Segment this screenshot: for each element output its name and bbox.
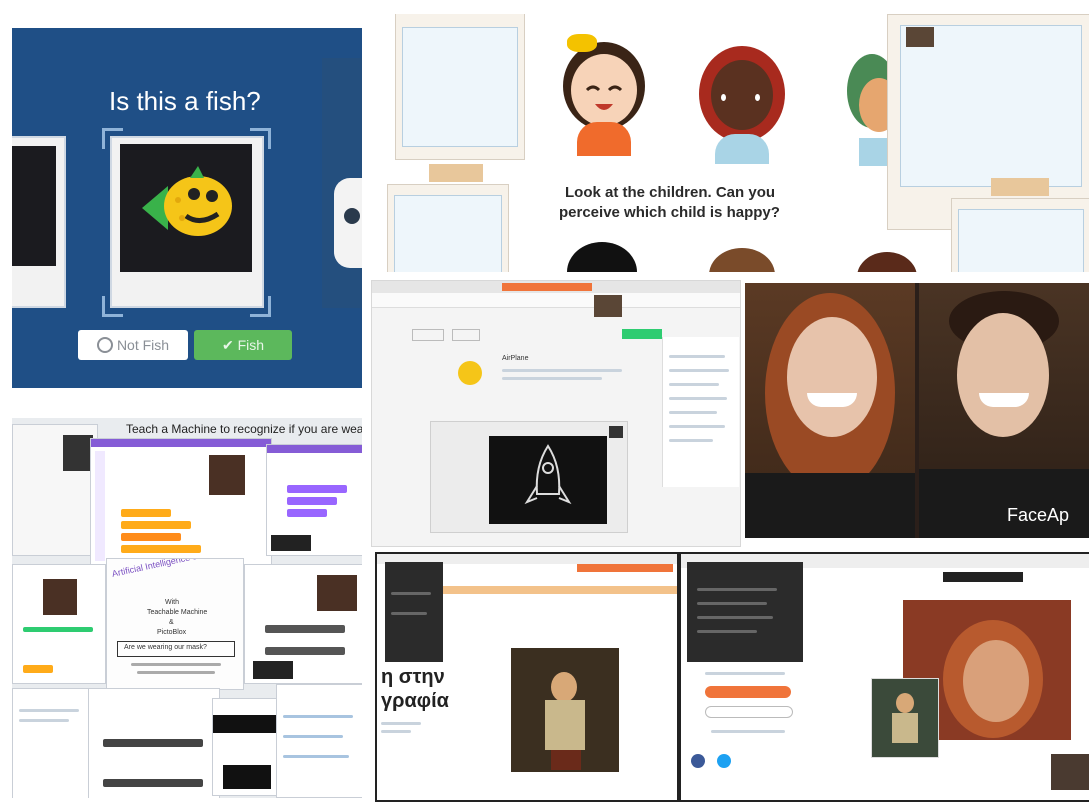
recording-bar <box>502 283 592 291</box>
painting-thumbnail <box>871 678 939 758</box>
toolbar-button[interactable] <box>452 329 480 341</box>
image-card <box>110 136 264 308</box>
fish-game-tile: Is this a fish? Not Fish ✔ Fish <box>12 28 362 388</box>
twitter-icon[interactable] <box>717 754 731 768</box>
robot-head <box>334 178 362 268</box>
scratch-editor <box>90 438 272 566</box>
webcam-thumb <box>594 295 622 317</box>
check-icon: ✔ <box>221 337 238 353</box>
not-fish-label: Not Fish <box>116 337 170 353</box>
toolbar-button[interactable] <box>412 329 444 341</box>
ai-slide-title: Artificial Intelligence & Machine Learni… <box>111 559 243 579</box>
share-button[interactable] <box>622 329 662 339</box>
greek-slide-tile: η στην γραφία <box>375 552 679 802</box>
painting <box>511 648 619 772</box>
sprite-icon <box>458 361 482 385</box>
participants-popup <box>687 562 803 662</box>
collage-banner: Teach a Machine to recognize if you are … <box>126 422 362 436</box>
screen-share-tile: AirPlane <box>371 280 741 547</box>
photo-edited <box>919 283 1089 538</box>
project-title: AirPlane <box>502 355 529 362</box>
rocket-icon <box>524 444 572 505</box>
action-button[interactable] <box>705 686 791 698</box>
greek-title-1: η στην <box>381 666 445 688</box>
smile-icon <box>585 85 623 110</box>
fish-button[interactable]: ✔ Fish <box>194 330 292 360</box>
not-fish-button[interactable]: Not Fish <box>78 330 188 360</box>
hair-bow <box>567 34 597 52</box>
photo-original <box>745 283 915 538</box>
prompt-line-2: perceive which child is happy? <box>559 204 780 221</box>
facebook-icon[interactable] <box>691 754 705 768</box>
greek-title-2: γραφία <box>381 690 449 712</box>
stage-canvas <box>489 436 607 524</box>
recording-bar <box>577 564 673 572</box>
fish-icon <box>142 166 232 236</box>
participants-popup <box>385 562 443 662</box>
ban-icon <box>96 337 113 353</box>
ai-slide: Artificial Intelligence & Machine Learni… <box>106 558 244 690</box>
worksheet-left-top <box>395 14 525 160</box>
faceapp-watermark: FaceAp <box>1007 505 1070 525</box>
fish-label: Fish <box>237 337 265 353</box>
webcam-thumb <box>1051 754 1089 790</box>
previous-card <box>12 136 66 308</box>
share-banner <box>943 572 1023 582</box>
side-panel <box>662 337 739 487</box>
children-activity-tile: Look at the children. Can you perceive w… <box>371 14 1089 272</box>
portrait-presentation-tile <box>679 552 1089 802</box>
webcam-thumb <box>906 27 934 47</box>
prompt-line-1: Look at the children. Can you <box>565 184 776 201</box>
faceapp-tile: FaceAp <box>745 283 1089 538</box>
question-title: Is this a fish? <box>109 86 261 116</box>
secondary-button[interactable] <box>705 706 793 718</box>
teachable-machine-collage: Teach a Machine to recognize if you are … <box>12 418 362 798</box>
worksheet-left-bottom <box>387 184 509 272</box>
webcam-avatar <box>209 455 245 495</box>
